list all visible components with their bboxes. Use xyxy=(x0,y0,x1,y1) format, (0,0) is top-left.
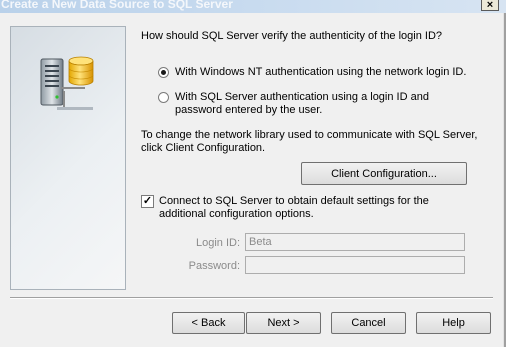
window-title: Create a New Data Source to SQL Server xyxy=(1,0,233,11)
cancel-button[interactable]: Cancel xyxy=(331,312,406,334)
radio-button-sql[interactable] xyxy=(158,92,169,103)
help-button[interactable]: Help xyxy=(416,312,491,334)
back-button[interactable]: < Back xyxy=(172,312,245,334)
server-database-icon xyxy=(40,56,94,110)
radio-sql-label[interactable]: With SQL Server authentication using a l… xyxy=(175,91,475,117)
password-label: Password: xyxy=(188,260,240,272)
radio-windows-label[interactable]: With Windows NT authentication using the… xyxy=(175,66,475,79)
checkmark-icon: ✓ xyxy=(142,195,153,207)
connect-checkbox-row[interactable]: ✓ Connect to SQL Server to obtain defaul… xyxy=(141,195,459,221)
auth-question: How should SQL Server verify the authent… xyxy=(141,30,443,42)
radio-button-windows[interactable] xyxy=(158,67,169,78)
close-icon: × xyxy=(486,0,494,11)
password-field[interactable] xyxy=(245,256,465,274)
next-button[interactable]: Next > xyxy=(246,312,321,334)
title-bar: Create a New Data Source to SQL Server × xyxy=(0,0,506,13)
close-button[interactable]: × xyxy=(481,0,499,11)
network-library-text: To change the network library used to co… xyxy=(141,129,478,154)
radio-sql-auth[interactable]: With SQL Server authentication using a l… xyxy=(158,91,475,117)
connect-checkbox[interactable]: ✓ xyxy=(141,195,154,208)
footer-separator-highlight xyxy=(10,298,493,299)
wizard-image-panel xyxy=(10,26,126,290)
radio-windows-auth[interactable]: With Windows NT authentication using the… xyxy=(158,66,475,79)
connect-checkbox-label[interactable]: Connect to SQL Server to obtain default … xyxy=(159,195,459,221)
login-id-label: Login ID: xyxy=(195,237,240,249)
login-id-field[interactable] xyxy=(245,233,465,251)
client-configuration-button[interactable]: Client Configuration... xyxy=(301,162,467,185)
